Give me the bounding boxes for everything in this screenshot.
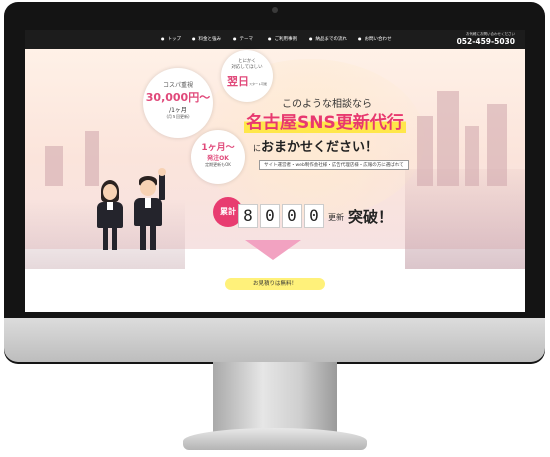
cost-label: コスパ重視 — [162, 82, 193, 89]
onemonth-line3: 定期更新もOK — [205, 162, 231, 167]
cost-price: 30,000円～ — [145, 91, 211, 104]
building — [45, 146, 63, 186]
monitor-stand-neck — [213, 362, 337, 432]
building — [487, 104, 507, 186]
cost-note: (月５回更新) — [166, 114, 190, 119]
monitor-stand-base — [183, 428, 367, 450]
nav-item-theme[interactable]: テーマ — [233, 36, 254, 42]
counter-unit: 更新 — [328, 213, 344, 222]
building — [417, 116, 433, 186]
screen: トップ 料金と強み テーマ ご利用事例 納品までの流れ お問い合わせ お気軽にお… — [25, 30, 525, 312]
headline-prefix: に — [253, 144, 261, 153]
raised-hand — [158, 168, 166, 176]
headline-service-name: 名古屋SNS更新代行 — [244, 108, 406, 133]
counter-suffix: 突破！ — [348, 208, 394, 226]
nextday-bubble: とにかく 対応してほしい 翌日スタート可能 — [221, 50, 273, 102]
counter-digit: 8 — [238, 204, 258, 228]
cost-bubble: コスパ重視 30,000円～ /1ヶ月 (月５回更新) — [143, 68, 213, 138]
nav-item-pricing[interactable]: 料金と強み — [192, 36, 222, 42]
nav-item-top[interactable]: トップ — [161, 36, 182, 42]
onemonth-bubble: 1ヶ月～ 発注OK 定期更新もOK — [191, 130, 245, 184]
nav-item-cases[interactable]: ご利用事例 — [268, 36, 298, 42]
counter-digit: 0 — [304, 204, 324, 228]
headline-cta: におまかせください！ — [253, 136, 378, 155]
nextday-line2: 対応してほしい — [231, 65, 263, 70]
shirt — [107, 202, 113, 210]
nextday-big: 翌日 — [226, 75, 249, 88]
webcam — [272, 7, 278, 13]
leg — [150, 226, 156, 250]
nav-item-contact[interactable]: お問い合わせ — [358, 36, 392, 42]
building — [437, 91, 459, 186]
nextday-suffix: スタート可能 — [248, 82, 267, 86]
building — [465, 126, 479, 186]
client-note: サイト運営者・web制作会社様・広告代理店様・広報の方に選ばれて — [259, 160, 409, 170]
free-estimate-button[interactable]: お見積りは無料！ — [225, 278, 325, 290]
counter-digit: 0 — [282, 204, 302, 228]
down-arrow-icon — [245, 240, 301, 260]
shirt — [145, 198, 151, 208]
top-nav: トップ 料金と強み テーマ ご利用事例 納品までの流れ お問い合わせ お気軽にお… — [25, 30, 525, 49]
face — [140, 180, 156, 196]
phone-number[interactable]: 052-459-5030 — [457, 37, 515, 46]
onemonth-big: 1ヶ月～ — [201, 143, 235, 153]
leg — [140, 226, 146, 250]
cost-per: /1ヶ月 — [169, 107, 187, 114]
monitor-chin — [4, 318, 545, 362]
leg — [103, 228, 108, 250]
leg — [112, 228, 117, 250]
nav-item-flow[interactable]: 納品までの流れ — [309, 36, 348, 42]
onemonth-line2: 発注OK — [207, 155, 229, 162]
counter-digit: 0 — [260, 204, 280, 228]
building — [85, 131, 99, 186]
raised-arm — [159, 172, 165, 200]
headline-cta-text: おまかせください！ — [261, 140, 379, 155]
face — [103, 184, 117, 200]
